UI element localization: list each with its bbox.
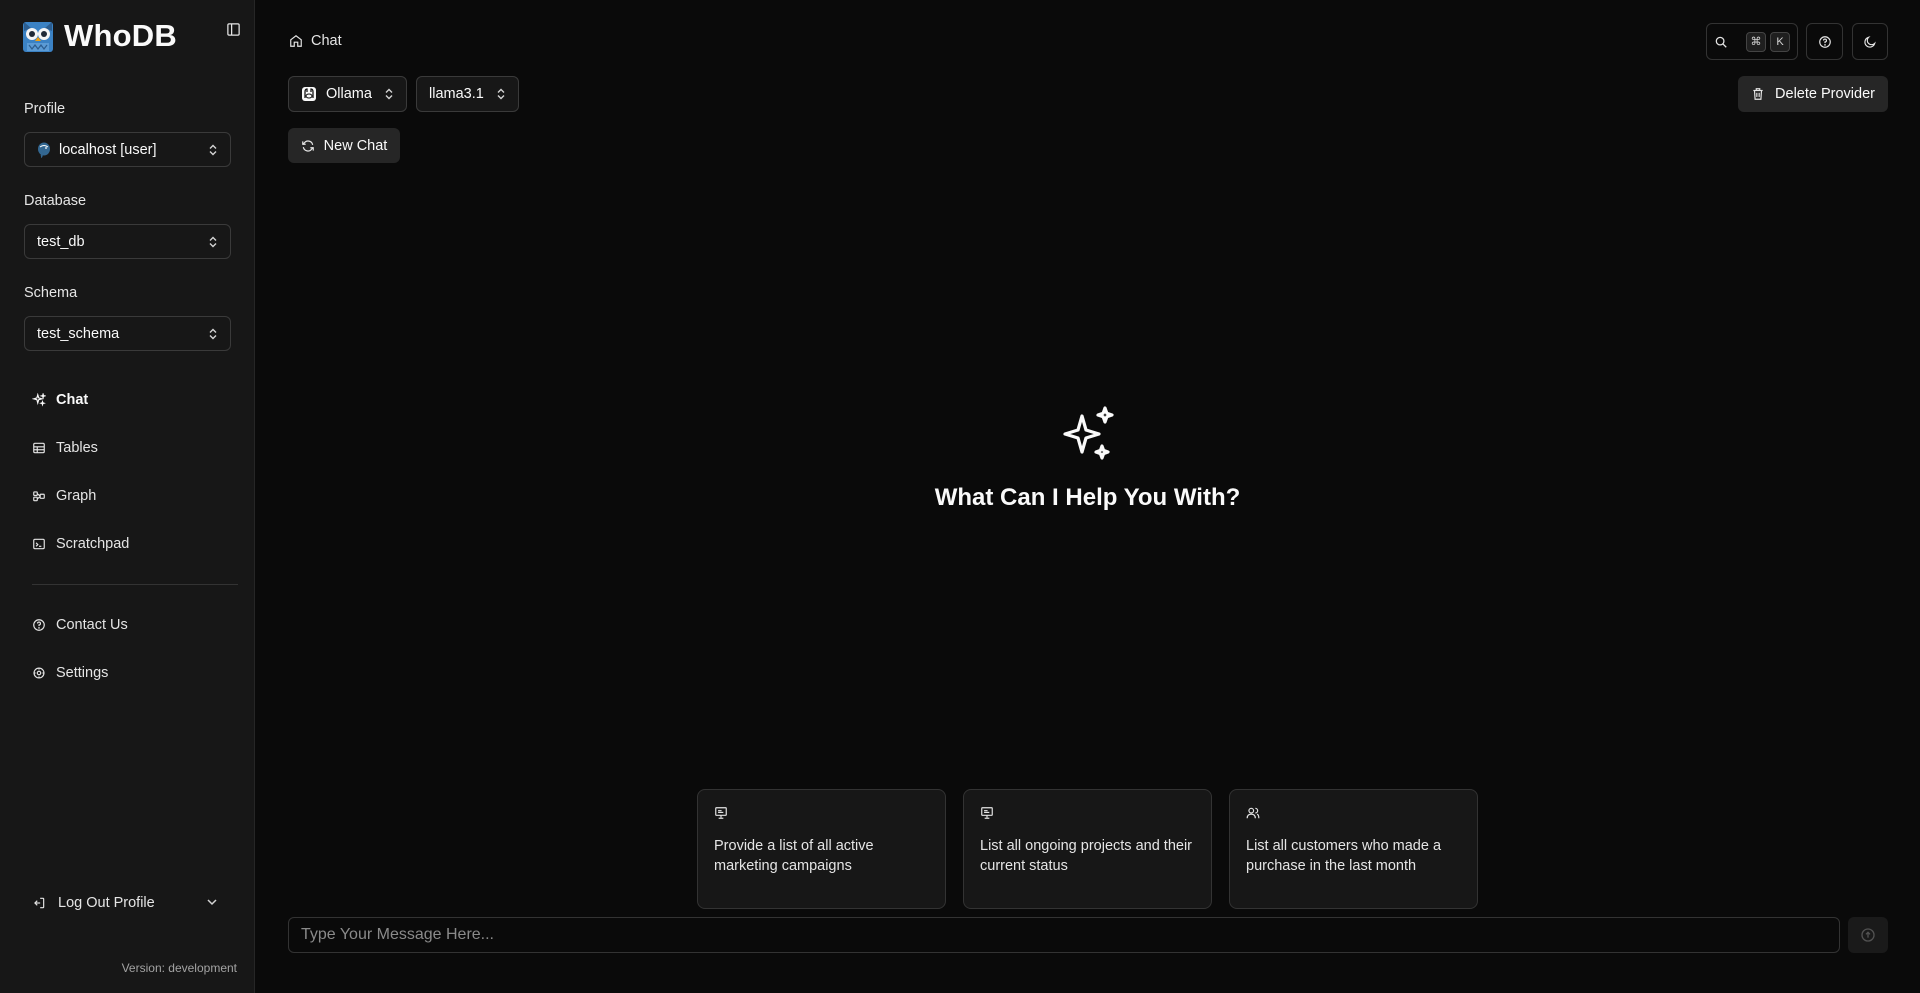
new-chat-button[interactable]: New Chat [288, 128, 400, 163]
sidebar-item-label: Settings [56, 665, 109, 681]
home-icon[interactable] [289, 34, 303, 48]
panel-left-icon [226, 22, 240, 36]
database-label: Database [24, 193, 87, 209]
chevrons-up-down-icon [208, 328, 218, 340]
schema-label: Schema [24, 285, 78, 301]
breadcrumb-current[interactable]: Chat [311, 33, 342, 49]
new-chat-label: New Chat [323, 137, 388, 154]
version-text: Version: development [121, 961, 237, 975]
provider-value: Ollama [326, 86, 372, 102]
chevrons-up-down-icon [208, 144, 218, 156]
sidebar-item-label: Tables [56, 440, 98, 456]
suggestion-card[interactable]: List all customers who made a purchase i… [1229, 789, 1478, 909]
suggestion-text: List all ongoing projects and their curr… [980, 838, 1192, 874]
sidebar-item-settings[interactable]: Settings [32, 663, 108, 683]
schema-value: test_schema [37, 325, 120, 342]
delete-provider-label: Delete Provider [1775, 86, 1875, 102]
ollama-icon [301, 86, 317, 102]
suggestion-card[interactable]: List all ongoing projects and their curr… [963, 789, 1212, 909]
trash-icon [1751, 87, 1765, 101]
send-button[interactable] [1848, 917, 1888, 953]
send-icon [1860, 927, 1876, 943]
breadcrumb: Chat [289, 33, 342, 49]
profile-value: localhost [user] [59, 141, 157, 158]
sidebar-item-chat[interactable]: Chat [32, 390, 88, 410]
message-input[interactable] [288, 917, 1840, 953]
delete-provider-button[interactable]: Delete Provider [1738, 76, 1888, 112]
profile-select[interactable]: localhost [user] [24, 132, 231, 167]
refresh-icon [301, 139, 315, 153]
shortcut-key-cmd: ⌘ [1746, 31, 1766, 52]
presentation-icon [714, 806, 929, 820]
logout-label: Log Out Profile [58, 895, 155, 911]
owl-logo-icon [22, 19, 54, 53]
help-button[interactable] [1806, 23, 1843, 60]
database-value: test_db [37, 233, 85, 250]
model-value: llama3.1 [429, 86, 484, 102]
sidebar-item-contact-us[interactable]: Contact Us [32, 615, 128, 635]
provider-select[interactable]: Ollama [288, 76, 407, 112]
sidebar-item-tables[interactable]: Tables [32, 438, 98, 458]
sidebar-item-scratchpad[interactable]: Scratchpad [32, 534, 129, 554]
chevron-down-icon [206, 896, 218, 908]
chevrons-up-down-icon [208, 236, 218, 248]
hero-title: What Can I Help You With? [934, 484, 1241, 511]
database-select[interactable]: test_db [24, 224, 231, 259]
sparkles-icon [32, 393, 46, 407]
log-out-icon [32, 896, 46, 910]
shortcut-key-k: K [1770, 31, 1790, 52]
table-icon [32, 441, 46, 455]
sidebar-item-label: Contact Us [56, 617, 128, 633]
chevrons-up-down-icon [384, 88, 394, 100]
moon-icon [1863, 35, 1877, 49]
app-name: WhoDB [64, 18, 177, 53]
search-icon [1714, 35, 1728, 49]
terminal-icon [32, 537, 46, 551]
model-select[interactable]: llama3.1 [416, 76, 519, 112]
sidebar-toggle-button[interactable] [224, 20, 242, 38]
suggestion-text: Provide a list of all active marketing c… [714, 838, 874, 874]
sidebar-item-label: Chat [56, 392, 89, 408]
postgres-elephant-icon [37, 142, 51, 158]
sidebar-item-label: Scratchpad [56, 536, 130, 552]
chevrons-up-down-icon [496, 88, 506, 100]
presentation-icon [980, 806, 1195, 820]
profile-label: Profile [24, 101, 66, 117]
schema-select[interactable]: test_schema [24, 316, 231, 351]
app-logo[interactable]: WhoDB [22, 18, 177, 54]
sidebar-divider [32, 584, 238, 585]
suggestion-card[interactable]: Provide a list of all active marketing c… [697, 789, 946, 909]
logout-profile-button[interactable]: Log Out Profile [32, 893, 222, 913]
users-icon [1246, 806, 1461, 820]
search-button[interactable]: ⌘ K [1706, 23, 1798, 60]
settings-icon [32, 666, 46, 680]
sparkles-icon [1058, 404, 1118, 464]
help-circle-icon [1818, 35, 1832, 49]
help-circle-icon [32, 618, 46, 632]
suggestion-text: List all customers who made a purchase i… [1246, 838, 1442, 874]
theme-toggle-button[interactable] [1852, 23, 1888, 60]
